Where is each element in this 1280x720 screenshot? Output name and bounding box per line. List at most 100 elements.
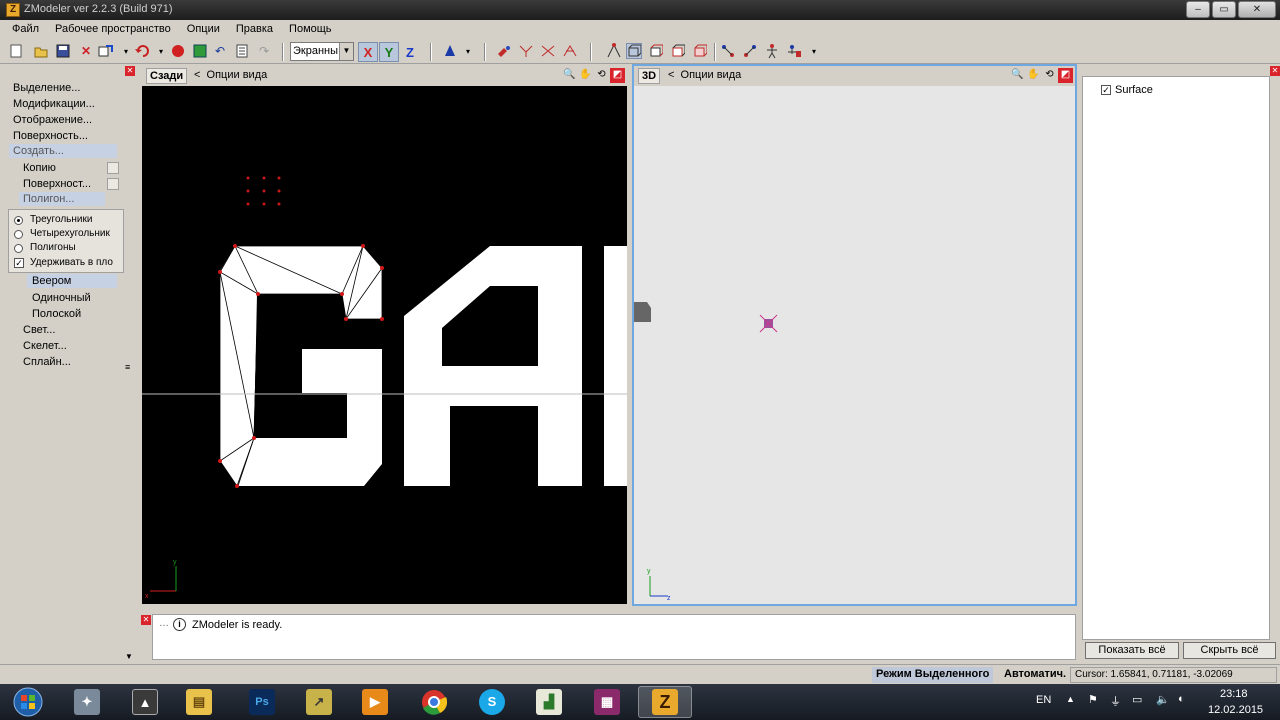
taskbar-star-app-icon[interactable]: ✦ [60, 686, 114, 718]
menu-surface[interactable]: Поверхность... [13, 130, 88, 142]
auto-status[interactable]: Автоматич. [1000, 667, 1070, 683]
animation-icon[interactable] [786, 43, 802, 59]
close-log-icon[interactable]: ✕ [141, 615, 151, 625]
surface-checkbox[interactable]: ✓ [1101, 85, 1111, 95]
transform-axis-icon[interactable] [562, 43, 578, 59]
menu-workspace[interactable]: Рабочее пространство [47, 20, 179, 40]
menu-selection[interactable]: Выделение... [13, 82, 80, 94]
perspective-viewport[interactable]: 3D < Опции вида 🔍 ✋ ⟲ ◩ z y [632, 64, 1077, 606]
menu-display[interactable]: Отображение... [13, 114, 92, 126]
clock-date[interactable]: 12.02.2015 [1208, 704, 1263, 716]
back-view-label[interactable]: Сзади [146, 68, 188, 84]
surface-options-button[interactable] [107, 178, 119, 190]
radio-polygons[interactable] [14, 244, 23, 253]
clock-time[interactable]: 23:18 [1220, 688, 1248, 700]
menu-help[interactable]: Помощь [281, 20, 340, 40]
select-face-icon[interactable] [648, 43, 664, 59]
menu-edit[interactable]: Правка [228, 20, 281, 40]
menu-spline[interactable]: Сплайн... [23, 356, 71, 368]
language-indicator[interactable]: EN [1036, 694, 1051, 706]
taskbar-media-player-icon[interactable]: ▶ [348, 686, 402, 718]
select-group-icon[interactable] [692, 43, 708, 59]
taskbar-explorer-icon[interactable]: ▤ [172, 686, 226, 718]
zoom-icon[interactable]: 🔍 [562, 68, 577, 83]
3d-view-label[interactable]: 3D [638, 68, 661, 84]
menu-light[interactable]: Свет... [23, 324, 55, 336]
select-object-icon[interactable] [670, 43, 686, 59]
dropdown-arrow-icon-3[interactable]: ▾ [460, 43, 476, 59]
maximize-view-icon-3d[interactable]: ◩ [1058, 68, 1073, 83]
copy-options-button[interactable] [107, 162, 119, 174]
scroll-down-icon[interactable]: ▼ [125, 652, 133, 661]
create-polygon[interactable]: Полигон... [19, 192, 105, 206]
axis-z-button[interactable]: Z [400, 42, 420, 62]
scale-axis-icon[interactable] [540, 43, 556, 59]
minimize-button[interactable]: – [1186, 1, 1210, 18]
volume-icon[interactable]: 🔈 [1156, 693, 1170, 706]
close-button[interactable]: ✕ [1238, 1, 1276, 18]
taskbar-arrow-app-icon[interactable]: ↗ [292, 686, 346, 718]
brush-icon[interactable] [496, 43, 512, 59]
select-vertex-icon[interactable] [606, 43, 622, 59]
screenshot-icon[interactable] [192, 43, 208, 59]
redo-icon[interactable]: ↷ [256, 43, 272, 59]
menu-modifications[interactable]: Модификации... [13, 98, 95, 110]
3d-viewport-canvas[interactable]: z y [634, 86, 1075, 604]
delete-icon[interactable]: ✕ [78, 43, 94, 59]
taskbar-skype-icon[interactable]: S [465, 686, 519, 718]
keep-plane-checkbox[interactable]: ✓ [14, 258, 24, 268]
mode-fan[interactable]: Веером [27, 274, 117, 288]
rotate-view-icon-3d[interactable]: ⟲ [1042, 68, 1057, 83]
select-edge-icon[interactable] [626, 43, 642, 59]
surface-label[interactable]: Surface [1115, 84, 1153, 96]
record-icon[interactable] [170, 43, 186, 59]
taskbar-chrome-icon[interactable] [407, 686, 461, 718]
pointer-icon[interactable] [442, 43, 458, 59]
undo-icon[interactable] [134, 43, 150, 59]
back-viewport[interactable]: x y [142, 86, 627, 604]
taskbar-chart-app-icon[interactable]: ▟ [522, 686, 576, 718]
zoom-icon-3d[interactable]: 🔍 [1010, 68, 1025, 83]
network-icon[interactable]: ▭ [1132, 693, 1142, 706]
pan-icon[interactable]: ✋ [578, 68, 593, 83]
taskbar-a-app-icon[interactable]: ▲ [118, 686, 172, 718]
pan-icon-3d[interactable]: ✋ [1026, 68, 1041, 83]
axis-y-button[interactable]: Y [379, 42, 399, 62]
save-icon[interactable] [55, 43, 71, 59]
new-file-icon[interactable] [8, 43, 24, 59]
menu-create[interactable]: Создать... [9, 144, 117, 158]
tray-app-icon[interactable]: ◐ [1178, 693, 1185, 705]
skeleton-figure-icon[interactable] [764, 43, 780, 59]
show-all-button[interactable]: Показать всё [1085, 642, 1179, 659]
document-icon[interactable] [234, 43, 250, 59]
taskbar-zmodeler-icon[interactable]: Z [638, 686, 692, 718]
usb-icon[interactable]: ⏚ [1110, 693, 1121, 709]
axis-x-button[interactable]: X [358, 42, 378, 62]
maximize-button[interactable]: ▭ [1212, 1, 1236, 18]
dropdown-arrow-icon[interactable]: ▾ [118, 43, 134, 59]
rotate-view-icon[interactable]: ⟲ [594, 68, 609, 83]
tray-expand-icon[interactable]: ▲ [1066, 694, 1075, 704]
bone-icon[interactable] [720, 43, 736, 59]
menu-skeleton[interactable]: Скелет... [23, 340, 67, 352]
radio-quads[interactable] [14, 230, 23, 239]
mode-single[interactable]: Одиночный [32, 292, 91, 304]
import-icon[interactable] [98, 43, 114, 59]
menu-file[interactable]: Файл [4, 20, 47, 40]
vertex-axis-icon[interactable] [518, 43, 534, 59]
close-right-panel-icon[interactable]: ✕ [1270, 66, 1280, 76]
taskbar-photoshop-icon[interactable]: Ps [235, 686, 289, 718]
mode-strip[interactable]: Полоской [32, 308, 81, 320]
taskbar-winrar-icon[interactable]: ▦ [580, 686, 634, 718]
3d-view-options[interactable]: < Опции вида [668, 69, 741, 81]
radio-triangles[interactable] [14, 216, 23, 225]
dropdown-arrow-icon-4[interactable]: ▾ [806, 43, 822, 59]
dropdown-arrow-icon-2[interactable]: ▾ [153, 43, 169, 59]
create-copy[interactable]: Копию [23, 162, 56, 174]
rotate-icon[interactable]: ↶ [212, 43, 228, 59]
close-panel-icon[interactable]: ✕ [125, 66, 135, 76]
menu-options[interactable]: Опции [179, 20, 228, 40]
start-button[interactable] [0, 686, 56, 718]
flag-icon[interactable]: ⚑ [1088, 693, 1098, 706]
view-mode-select[interactable]: Экранны ▼ [290, 42, 354, 61]
